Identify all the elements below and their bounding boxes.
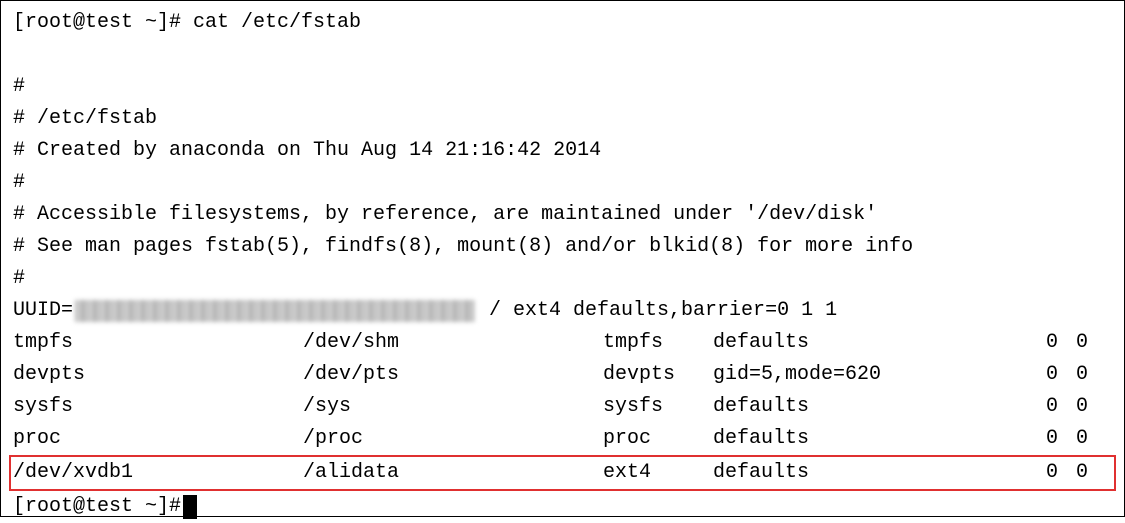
fs-mount: /alidata xyxy=(303,457,603,489)
uuid-row: UUID= / ext4 defaults,barrier=0 1 1 xyxy=(13,295,1112,327)
comment-line: # xyxy=(13,263,1112,295)
blank-line xyxy=(13,39,1112,71)
comment-line: # See man pages fstab(5), findfs(8), mou… xyxy=(13,231,1112,263)
prompt-line-1: [root@test ~]# cat /etc/fstab xyxy=(13,7,1112,39)
uuid-suffix: / ext4 defaults,barrier=0 1 1 xyxy=(477,295,837,327)
table-row: proc /proc proc defaults 0 0 xyxy=(13,423,1112,455)
fs-mount: /dev/pts xyxy=(303,359,603,391)
fs-device: /dev/xvdb1 xyxy=(13,457,303,489)
fs-device: devpts xyxy=(13,359,303,391)
table-row: devpts /dev/pts devpts gid=5,mode=620 0 … xyxy=(13,359,1112,391)
fs-mount: /sys xyxy=(303,391,603,423)
fs-dump: 0 xyxy=(1023,457,1058,489)
comment-line: # Created by anaconda on Thu Aug 14 21:1… xyxy=(13,135,1112,167)
command-text: cat /etc/fstab xyxy=(193,11,361,34)
fs-pass: 0 xyxy=(1058,327,1088,359)
fs-opts: gid=5,mode=620 xyxy=(713,359,1023,391)
fs-dump: 0 xyxy=(1023,423,1058,455)
fs-type: devpts xyxy=(603,359,713,391)
table-row: tmpfs /dev/shm tmpfs defaults 0 0 xyxy=(13,327,1112,359)
fs-device: proc xyxy=(13,423,303,455)
fs-type: tmpfs xyxy=(603,327,713,359)
shell-prompt: [root@test ~]# xyxy=(13,11,193,34)
fs-opts: defaults xyxy=(713,423,1023,455)
uuid-redacted xyxy=(75,300,475,322)
uuid-prefix: UUID= xyxy=(13,295,73,327)
fs-dump: 0 xyxy=(1023,327,1058,359)
fs-opts: defaults xyxy=(713,457,1023,489)
comment-line: # xyxy=(13,167,1112,199)
fs-mount: /proc xyxy=(303,423,603,455)
fs-type: proc xyxy=(603,423,713,455)
comment-line: # /etc/fstab xyxy=(13,103,1112,135)
fs-type: ext4 xyxy=(603,457,713,489)
table-row: sysfs /sys sysfs defaults 0 0 xyxy=(13,391,1112,423)
fs-pass: 0 xyxy=(1058,457,1088,489)
comment-line: # xyxy=(13,71,1112,103)
fs-pass: 0 xyxy=(1058,423,1088,455)
cursor-icon xyxy=(183,495,197,519)
comment-line: # Accessible filesystems, by reference, … xyxy=(13,199,1112,231)
prompt-line-2[interactable]: [root@test ~]# xyxy=(13,491,1112,523)
fs-device: tmpfs xyxy=(13,327,303,359)
fs-pass: 0 xyxy=(1058,359,1088,391)
fs-dump: 0 xyxy=(1023,359,1058,391)
fs-mount: /dev/shm xyxy=(303,327,603,359)
fs-opts: defaults xyxy=(713,327,1023,359)
shell-prompt: [root@test ~]# xyxy=(13,491,181,523)
fs-dump: 0 xyxy=(1023,391,1058,423)
fs-device: sysfs xyxy=(13,391,303,423)
highlighted-row: /dev/xvdb1 /alidata ext4 defaults 0 0 xyxy=(9,455,1116,491)
fs-type: sysfs xyxy=(603,391,713,423)
fs-pass: 0 xyxy=(1058,391,1088,423)
fs-opts: defaults xyxy=(713,391,1023,423)
